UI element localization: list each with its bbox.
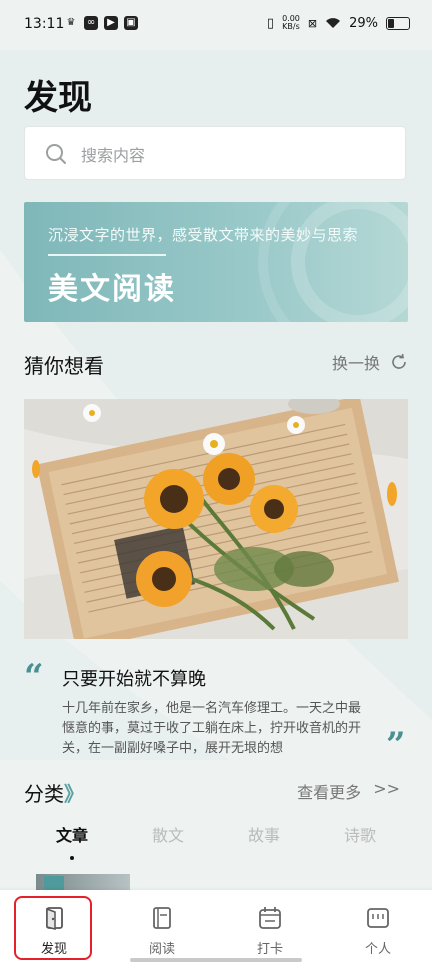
calendar-icon (259, 907, 281, 929)
article-excerpt: 十几年前在家乡，他是一名汽车修理工。一天之中最惬意的事，莫过于收了工躺在床上，拧… (62, 701, 362, 756)
category-heading-label: 分类 (24, 782, 64, 806)
tab-label: 文章 (55, 826, 88, 845)
banner-decoration (258, 202, 408, 322)
tab-label: 诗歌 (343, 826, 376, 845)
nav-label: 打卡 (256, 942, 283, 957)
vibrate-icon: ▯ (266, 15, 275, 31)
message-box-icon: ▣ (124, 16, 138, 30)
battery-icon (386, 16, 410, 30)
status-bar: 13:11 ♛ ∞ ▶ ▣ ▯ 0.00 KB/s ⊠ 29% (0, 0, 432, 50)
app-badge-icon: ∞ (84, 16, 98, 30)
battery-percent: 29% (349, 15, 378, 31)
play-store-icon: ▶ (104, 16, 118, 30)
banner-divider (48, 254, 166, 256)
article-cover-image[interactable] (24, 399, 408, 639)
nav-label: 阅读 (148, 942, 175, 957)
tab-prose[interactable]: 散文 (120, 822, 216, 860)
highlight-box (14, 896, 92, 960)
crown-icon: ♛ (66, 17, 76, 28)
quote-open-icon: “ (24, 657, 44, 697)
search-box[interactable] (24, 126, 406, 180)
category-tabs: 文章 散文 故事 诗歌 (24, 822, 408, 860)
search-input[interactable] (79, 139, 383, 171)
chevron-right-icon: 》 (64, 782, 84, 806)
net-speed: 0.00 KB/s (282, 14, 300, 31)
sunflower-photo (24, 399, 408, 639)
profile-icon (367, 908, 389, 928)
nav-checkin[interactable]: 打卡 (240, 904, 300, 957)
category-heading: 分类》 (24, 778, 84, 807)
refresh-button[interactable]: 换一换 (332, 350, 408, 374)
banner[interactable]: 沉浸文字的世界，感受散文带来的美妙与思索 美文阅读 (24, 202, 408, 322)
tab-label: 故事 (247, 826, 280, 845)
bookmark-icon (44, 876, 64, 890)
book-icon (153, 907, 171, 929)
no-sim-icon: ⊠ (307, 16, 318, 30)
refresh-label: 换一换 (331, 354, 380, 373)
nav-profile[interactable]: 个人 (348, 904, 408, 957)
view-more-label: 查看更多 (297, 783, 362, 802)
wifi-icon (326, 18, 341, 28)
status-time: 13:11 (24, 16, 65, 32)
double-chevron-icon: >> (373, 779, 400, 798)
status-right: ▯ 0.00 KB/s ⊠ 29% (267, 15, 410, 31)
tab-poems[interactable]: 诗歌 (312, 822, 408, 860)
tab-articles[interactable]: 文章 (24, 822, 120, 860)
tab-label: 散文 (151, 826, 184, 845)
nav-read[interactable]: 阅读 (132, 904, 192, 957)
status-notification-icons: ♛ ∞ ▶ ▣ (64, 16, 138, 30)
banner-subtitle: 沉浸文字的世界，感受散文带来的美妙与思索 (48, 226, 359, 244)
recommend-heading: 猜你想看 (24, 354, 104, 378)
banner-title: 美文阅读 (48, 272, 176, 307)
active-dot (70, 856, 74, 860)
nav-label: 个人 (364, 942, 391, 957)
quote-close-icon: ” (386, 725, 406, 765)
page-title: 发现 (24, 78, 92, 118)
article-title[interactable]: 只要开始就不算晚 (62, 665, 206, 691)
refresh-icon (392, 353, 406, 369)
search-icon (46, 144, 66, 164)
tab-stories[interactable]: 故事 (216, 822, 312, 860)
home-indicator[interactable] (130, 958, 302, 962)
view-more-button[interactable]: 查看更多 >> (297, 779, 400, 803)
